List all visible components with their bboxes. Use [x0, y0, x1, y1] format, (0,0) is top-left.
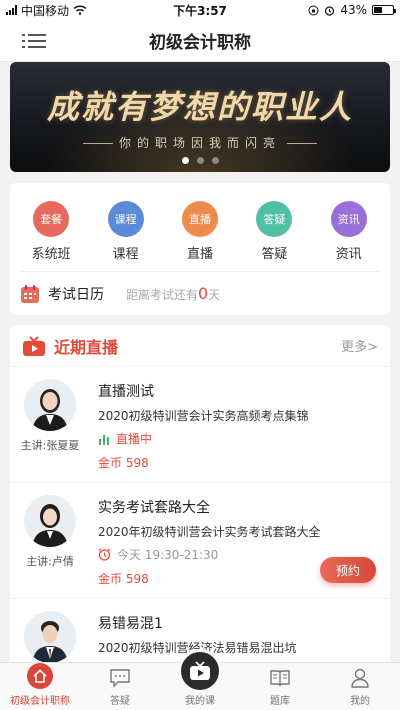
menu-item-label: 课程 [112, 247, 139, 262]
menu-item-live[interactable]: 直播 直播 [165, 201, 235, 262]
course-title: 直播测试 [98, 384, 154, 400]
tab-label: 答疑 [110, 696, 130, 707]
package-icon: 套餐 [33, 201, 70, 237]
battery-icon [372, 5, 396, 15]
more-link[interactable]: 更多> [341, 336, 378, 355]
lock-rotation-icon [308, 5, 319, 15]
teacher-avatar [24, 611, 76, 663]
teacher-name: 主讲:张夏夏 [20, 439, 80, 452]
course-item[interactable]: 主讲:卢倩 实务考试套路大全 2020年初级特训营会计实务考试套路大全 今天 1… [10, 483, 390, 599]
course-description: 2020初级特训营会计实务高频考点集锦 [98, 409, 309, 423]
tab-question-bank[interactable]: 题库 [240, 663, 320, 710]
tab-bar: 初级会计职称 答疑 我的课 题库 我的 [0, 649, 400, 710]
signal-icon [6, 5, 17, 15]
menu-item-news[interactable]: 资讯 资讯 [314, 201, 384, 262]
carousel-dots [10, 157, 390, 164]
course-title: 实务考试套路大全 [98, 500, 210, 516]
exam-countdown: 距离考试还有0天 [126, 284, 221, 303]
tab-label: 我的 [350, 696, 370, 707]
course-price: 金币 598 [98, 456, 149, 470]
menu-item-label: 直播 [186, 247, 213, 262]
live-section: 近期直播 更多> 主讲:张夏夏 直播测试 2020初级特训营会计实务高频考点集锦… [10, 325, 390, 665]
course-icon: 课程 [107, 201, 144, 237]
category-menu: 套餐 系统班 课程 课程 直播 直播 答疑 答疑 资讯 资讯 考试日历 距离考试… [10, 183, 390, 315]
reserve-button[interactable]: 预约 [320, 557, 376, 583]
nav-bar: 初级会计职称 [0, 20, 400, 62]
tab-profile[interactable]: 我的 [320, 663, 400, 710]
course-description: 2020年初级特训营会计实务考试套路大全 [98, 525, 321, 539]
promo-banner[interactable]: 成就有梦想的职业人 你的职场因我而闪亮 [10, 62, 390, 172]
alarm-clock-icon [98, 548, 111, 561]
battery-percent: 43% [340, 3, 367, 17]
tab-my-courses[interactable]: 我的课 [160, 649, 240, 710]
exam-calendar-title: 考试日历 [48, 286, 104, 303]
banner-subtitle: 你的职场因我而闪亮 [118, 136, 281, 150]
menu-item-label: 资讯 [335, 247, 362, 262]
page-title: 初级会计职称 [149, 33, 251, 53]
tab-label: 初级会计职称 [10, 696, 70, 707]
menu-item-qa[interactable]: 答疑 答疑 [239, 201, 309, 262]
live-bars-icon [99, 434, 109, 445]
menu-item-course[interactable]: 课程 课程 [91, 201, 161, 262]
course-time: 今天 19:30-21:30 [117, 548, 219, 562]
status-live-text: 直播中 [116, 432, 153, 446]
calendar-icon [21, 284, 39, 303]
tab-qa[interactable]: 答疑 [80, 663, 160, 710]
qa-icon: 答疑 [256, 201, 293, 237]
teacher-avatar [24, 495, 76, 547]
course-price: 金币 598 [98, 572, 149, 586]
banner-subtitle-row: 你的职场因我而闪亮 [10, 134, 390, 151]
alarm-icon [325, 5, 335, 16]
live-section-title: 近期直播 [54, 337, 119, 357]
wifi-icon [73, 5, 87, 15]
tab-label: 我的课 [185, 696, 215, 707]
chat-icon [110, 669, 130, 688]
menu-item-system-class[interactable]: 套餐 系统班 [16, 201, 86, 262]
teacher-name: 主讲:卢倩 [26, 555, 74, 568]
course-item[interactable]: 主讲:张夏夏 直播测试 2020初级特训营会计实务高频考点集锦 直播中 金币 5… [10, 367, 390, 483]
banner-slogan: 成就有梦想的职业人 [46, 88, 353, 126]
course-status: 直播中 [98, 430, 152, 447]
course-title: 易错易混1 [98, 616, 163, 632]
status-bar: 中国移动 下午3:57 43% [0, 0, 400, 20]
tab-home[interactable]: 初级会计职称 [0, 663, 80, 710]
carousel-dot[interactable] [196, 157, 204, 164]
tv-icon [23, 335, 45, 356]
course-status: 今天 19:30-21:30 [98, 546, 218, 563]
live-section-header: 近期直播 更多> [10, 325, 390, 367]
status-time: 下午3:57 [173, 3, 227, 18]
live-icon: 直播 [181, 201, 218, 237]
carrier-name: 中国移动 [21, 3, 70, 18]
exam-calendar-row[interactable]: 考试日历 距离考试还有0天 [20, 271, 380, 315]
play-tv-icon [178, 649, 222, 693]
carousel-dot[interactable] [181, 157, 189, 164]
user-icon [351, 668, 369, 688]
teacher-avatar [24, 379, 76, 431]
tab-label: 题库 [270, 696, 290, 707]
menu-item-label: 系统班 [31, 247, 71, 262]
home-icon [27, 663, 53, 689]
book-icon [270, 670, 290, 687]
news-icon: 资讯 [330, 201, 367, 237]
carousel-dot[interactable] [211, 157, 219, 164]
menu-list-icon[interactable] [22, 31, 46, 51]
menu-item-label: 答疑 [261, 247, 288, 262]
